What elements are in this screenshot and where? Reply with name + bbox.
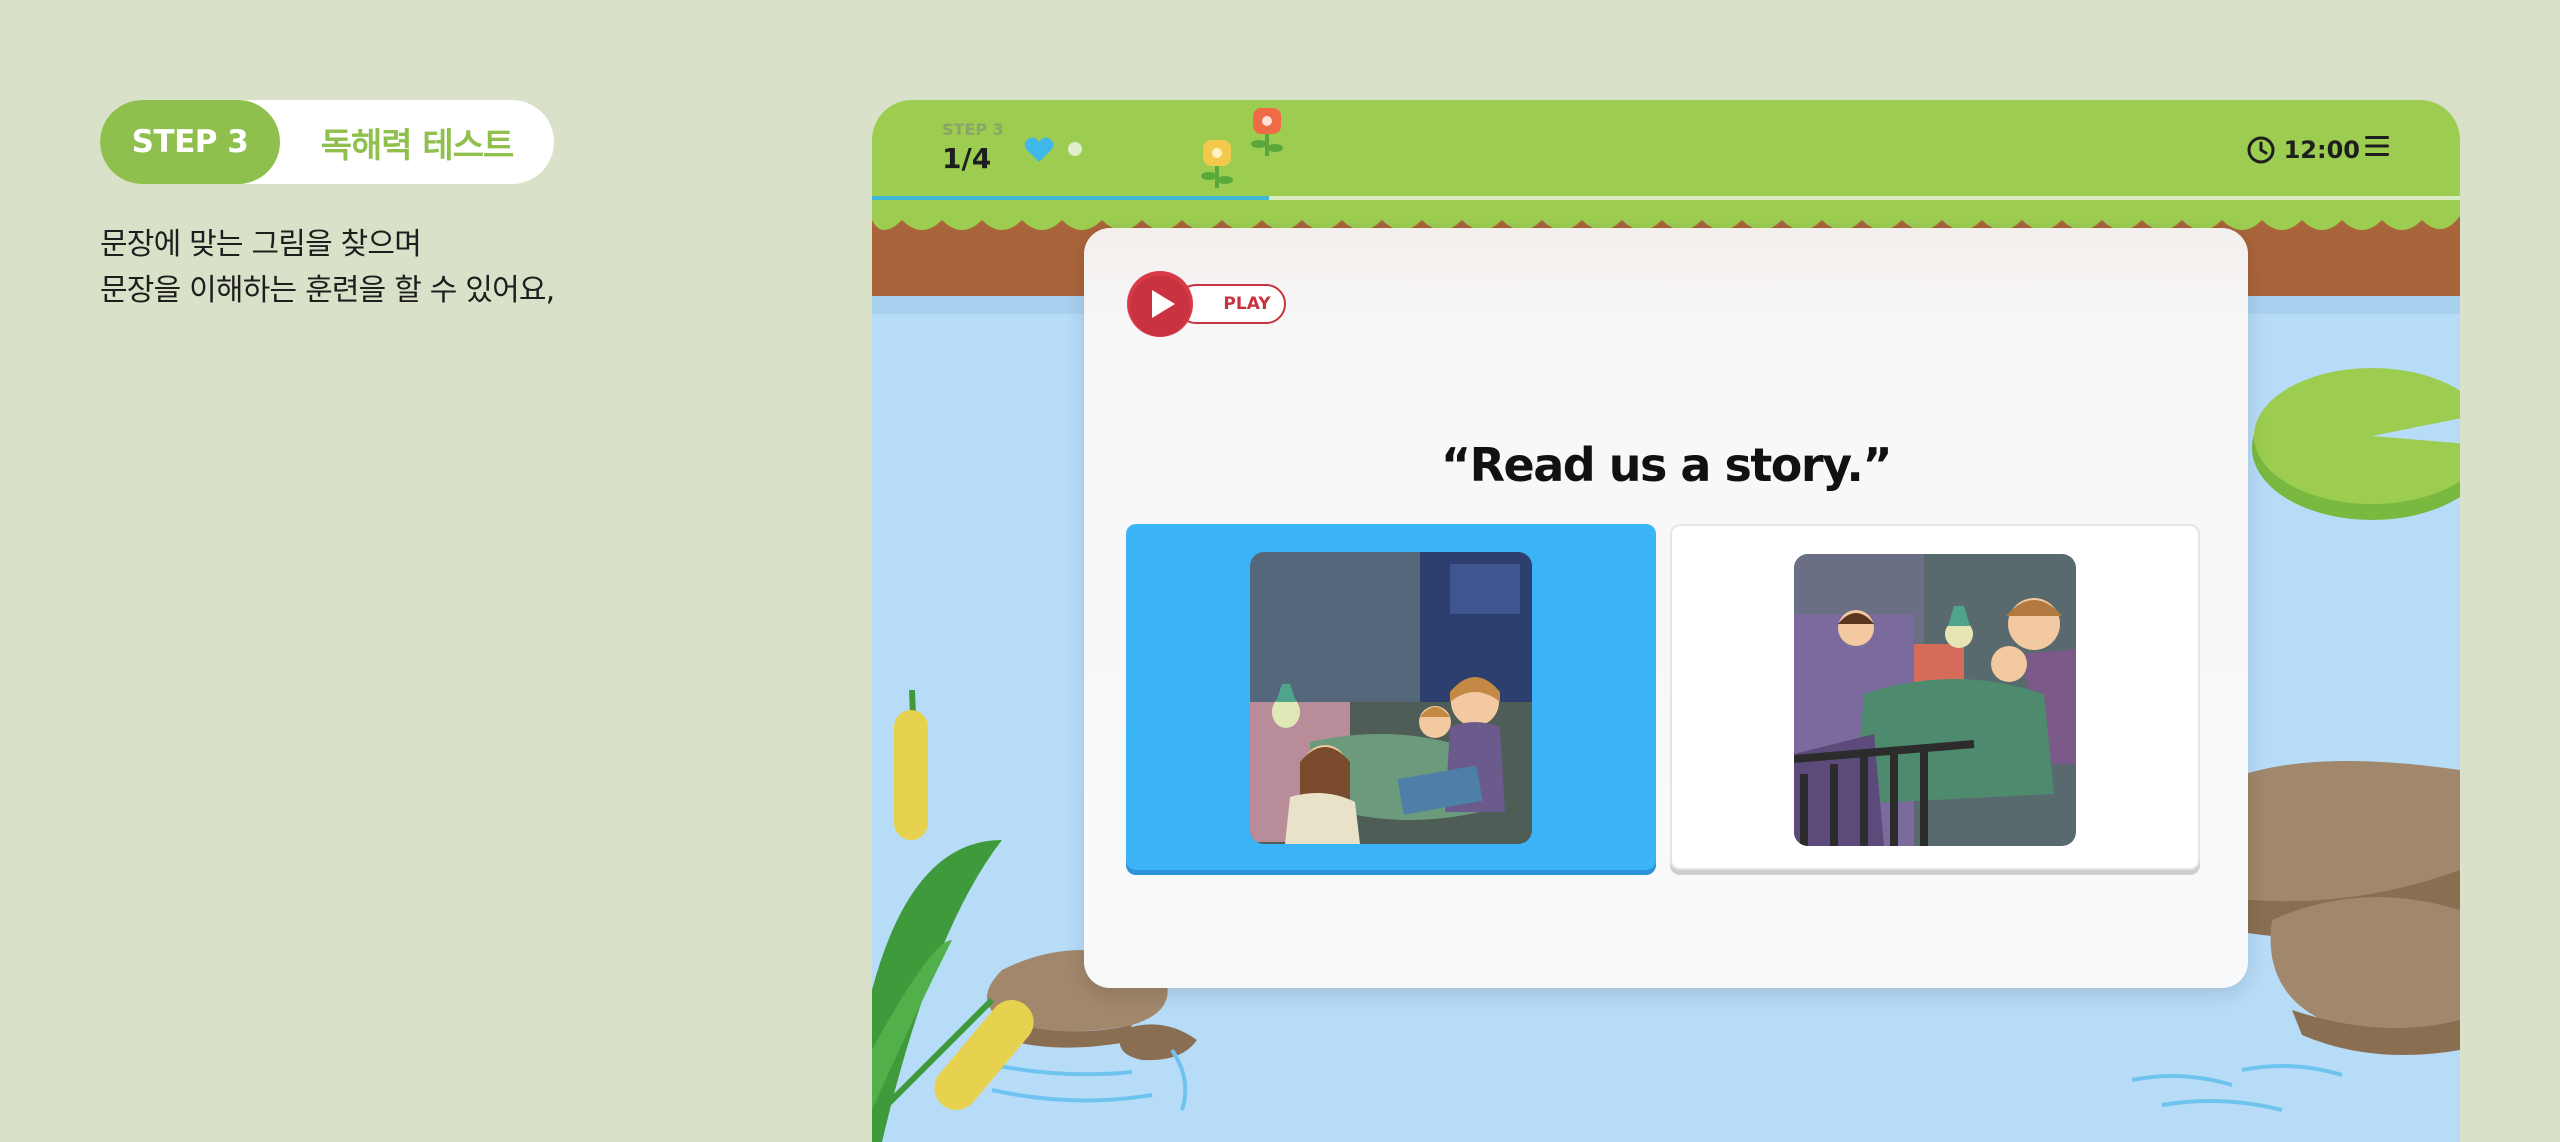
sentence-text: “Read us a story.” xyxy=(1440,438,1893,492)
clock-icon xyxy=(2247,136,2275,164)
step-badge: STEP 3 xyxy=(100,100,280,184)
red-flower-icon xyxy=(1251,108,1283,156)
timer-text: 12:00 xyxy=(2283,136,2360,164)
top-bar xyxy=(872,100,2460,200)
answer-choice-1[interactable] xyxy=(1126,524,1656,870)
step-title: 독해력 테스트 xyxy=(320,125,515,166)
play-label: PLAY xyxy=(1223,294,1271,314)
play-audio-button[interactable]: PLAY xyxy=(1126,270,1288,340)
hamburger-menu-icon[interactable] xyxy=(2364,134,2390,158)
heart-icon xyxy=(1024,137,1054,162)
question-counter: 1/4 xyxy=(942,142,992,175)
yellow-flower-icon xyxy=(1201,140,1233,188)
question-card: PLAY “Read us a story.” xyxy=(1084,228,2248,988)
timer: 12:00 xyxy=(2246,130,2360,170)
life-dot-icon xyxy=(1068,142,1082,156)
cattail-reeds-icon xyxy=(872,690,1034,1142)
step-description: 문장에 맞는 그림을 찾으며 문장을 이해하는 훈련을 할 수 있어요, xyxy=(100,222,620,314)
answer-choice-2[interactable] xyxy=(1670,524,2200,870)
description-line-1: 문장에 맞는 그림을 찾으며 xyxy=(100,227,422,262)
page-background: STEP 3 독해력 테스트 문장에 맞는 그림을 찾으며 문장을 이해하는 훈… xyxy=(0,0,2560,1142)
step-header-pill: STEP 3 독해력 테스트 xyxy=(100,100,554,184)
step-label-small: STEP 3 xyxy=(942,120,1004,139)
game-screen: STEP 3 1/4 12:00 PLAY “Read us a story.” xyxy=(872,100,2460,1142)
play-icon xyxy=(1127,271,1193,337)
lily-pad-icon xyxy=(2252,368,2460,520)
description-line-2: 문장을 이해하는 훈련을 할 수 있어요, xyxy=(100,273,555,308)
mother-reading-book-to-children-illustration xyxy=(1250,552,1532,844)
mother-tucking-children-into-bed-illustration xyxy=(1794,554,2076,846)
progress-fill xyxy=(872,196,1269,200)
